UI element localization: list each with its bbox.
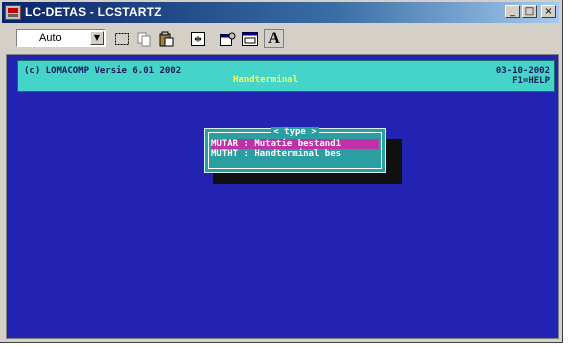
chevron-down-icon[interactable]: ▼ <box>90 31 104 45</box>
menu-title: < type > <box>205 127 385 137</box>
copyright-text: (c) LOMACOMP Versie 6.01 2002 <box>24 66 182 76</box>
copy-icon <box>137 32 151 46</box>
menu-item-mutht[interactable]: MUTHT : Handterminal bes <box>211 149 379 159</box>
font-size-value: Auto <box>39 32 62 44</box>
paste-icon <box>159 31 174 46</box>
properties-icon <box>220 32 236 46</box>
background-icon <box>242 31 258 46</box>
fullscreen-button[interactable] <box>188 29 208 48</box>
select-icon <box>115 32 129 45</box>
app-name: Handterminal <box>233 75 299 85</box>
maximize-button[interactable]: □ <box>522 5 537 18</box>
toolbar: Auto ▼ A <box>2 25 559 52</box>
copy-button[interactable] <box>134 29 154 48</box>
paste-button[interactable] <box>156 29 176 48</box>
background-button[interactable] <box>240 29 260 48</box>
window-controls: _ □ × <box>505 5 556 18</box>
font-icon: A <box>268 29 280 47</box>
properties-button[interactable] <box>218 29 238 48</box>
date-text: 03-10-2002 <box>495 66 550 76</box>
app-window: LC-DETAS - LCSTARTZ _ □ × Auto ▼ A (c) L… <box>0 0 563 343</box>
console-screen[interactable]: (c) LOMACOMP Versie 6.01 2002 Handtermin… <box>6 54 559 339</box>
type-menu: < type > MUTAR : Mutatie bestand1 MUTHT … <box>204 127 386 173</box>
title-bar[interactable]: LC-DETAS - LCSTARTZ _ □ × <box>2 2 559 23</box>
app-icon[interactable] <box>5 5 21 20</box>
minimize-button[interactable]: _ <box>505 5 520 18</box>
close-button[interactable]: × <box>541 5 556 18</box>
window-title: LC-DETAS - LCSTARTZ <box>25 5 162 19</box>
help-hint: F1=HELP <box>512 76 550 86</box>
fullscreen-icon <box>191 31 205 46</box>
menu-title-text: < type > <box>271 127 319 137</box>
font-button[interactable]: A <box>264 29 284 48</box>
menu-item-mutar[interactable]: MUTAR : Mutatie bestand1 <box>211 139 379 149</box>
select-button[interactable] <box>112 29 132 48</box>
font-size-select[interactable]: Auto ▼ <box>16 29 106 47</box>
console-header: (c) LOMACOMP Versie 6.01 2002 Handtermin… <box>17 60 555 92</box>
